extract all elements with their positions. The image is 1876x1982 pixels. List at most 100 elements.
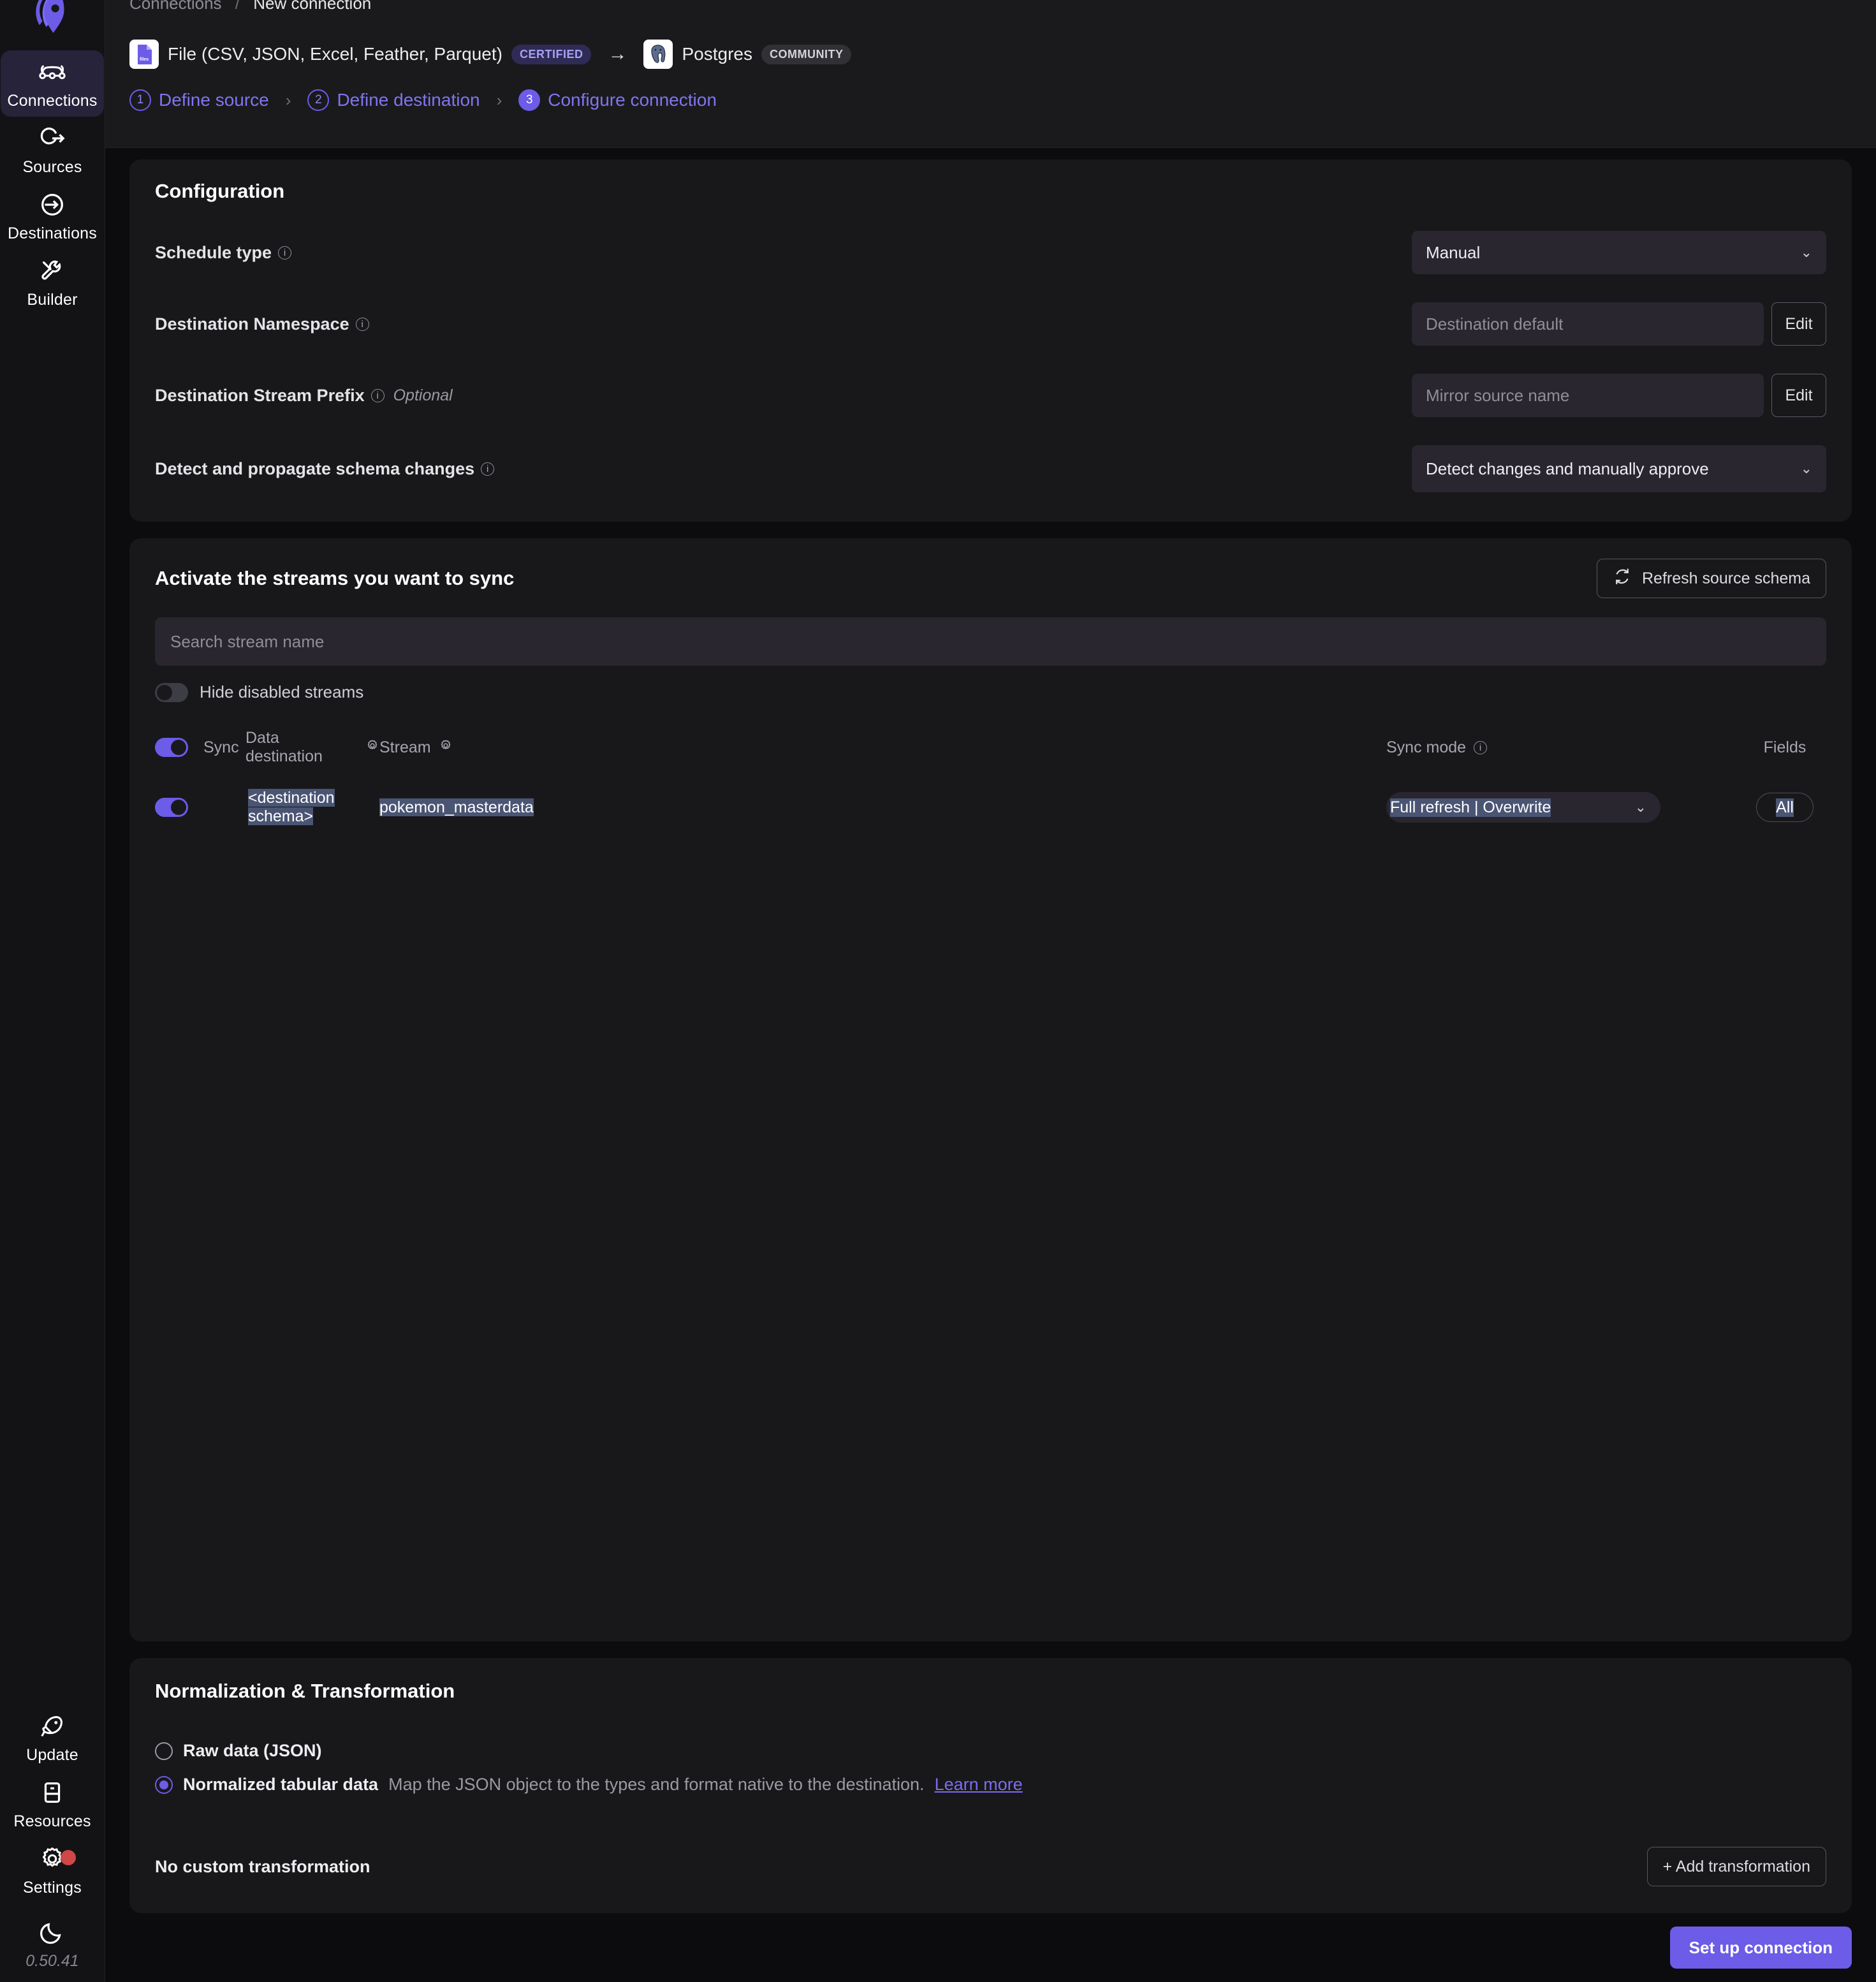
destination-stream-prefix-edit-button[interactable]: Edit bbox=[1771, 374, 1826, 417]
chevron-right-icon: › bbox=[496, 90, 502, 110]
sidebar-item-label: Resources bbox=[13, 1812, 91, 1830]
header-label: Stream bbox=[379, 738, 431, 756]
radio-button[interactable] bbox=[155, 1775, 173, 1794]
header-label: Sync mode bbox=[1386, 738, 1467, 756]
sidebar-item-resources[interactable]: Resources bbox=[1, 1771, 104, 1837]
sidebar-item-label: Settings bbox=[23, 1878, 82, 1897]
normalization-options: Raw data (JSON) Normalized tabular data … bbox=[155, 1741, 1826, 1795]
hide-disabled-streams-label: Hide disabled streams bbox=[200, 682, 364, 701]
sidebar-item-sources[interactable]: Sources bbox=[1, 117, 104, 183]
row-stream-value[interactable]: pokemon_masterdata bbox=[379, 798, 534, 816]
normalization-card: Normalization & Transformation Raw data … bbox=[129, 1658, 1852, 1913]
connections-icon bbox=[38, 57, 67, 87]
chevron-down-icon: ⌄ bbox=[1800, 460, 1812, 476]
destination-badge: COMMUNITY bbox=[761, 44, 852, 64]
add-transformation-button[interactable]: + Add transformation bbox=[1646, 1847, 1826, 1886]
refresh-label: Refresh source schema bbox=[1641, 569, 1810, 587]
sidebar-item-label: Destinations bbox=[8, 224, 97, 242]
radio-label: Normalized tabular data bbox=[183, 1775, 379, 1794]
toggle-knob bbox=[157, 684, 172, 700]
label-text: Destination Stream Prefix bbox=[155, 385, 365, 405]
theme-toggle-button[interactable] bbox=[38, 1918, 67, 1947]
sources-icon bbox=[38, 124, 67, 153]
data-destination-settings-icon[interactable] bbox=[365, 738, 379, 757]
source-badge: CERTIFIED bbox=[511, 44, 592, 64]
header-label: Data destination bbox=[245, 729, 323, 765]
destination-namespace-label: Destination Namespace i bbox=[155, 314, 1412, 334]
sidebar-item-builder[interactable]: Builder bbox=[1, 249, 104, 316]
learn-more-link[interactable]: Learn more bbox=[935, 1775, 1023, 1795]
info-icon[interactable]: i bbox=[481, 462, 495, 476]
form-row-schema-changes: Detect and propagate schema changes i De… bbox=[155, 445, 1826, 492]
streams-header: Activate the streams you want to sync Re… bbox=[155, 559, 1826, 598]
sidebar-bottom-nav: Update Resources Settings 0.50.41 bbox=[0, 1705, 105, 1971]
row-sync-mode: Full refresh | Overwrite ⌄ bbox=[1386, 792, 1743, 823]
radio-normalized-tabular[interactable]: Normalized tabular data Map the JSON obj… bbox=[155, 1775, 1826, 1795]
set-up-connection-button[interactable]: Set up connection bbox=[1669, 1927, 1852, 1969]
refresh-icon bbox=[1613, 567, 1632, 591]
radio-raw-data[interactable]: Raw data (JSON) bbox=[155, 1741, 1826, 1761]
header-stream: Stream bbox=[379, 738, 1386, 757]
row-sync-toggle[interactable] bbox=[155, 798, 188, 817]
streams-empty-space bbox=[155, 826, 1826, 1641]
breadcrumb-parent[interactable]: Connections bbox=[129, 0, 222, 13]
app-root: Connections Sources Destinations Builder… bbox=[0, 0, 1876, 1982]
page-footer: Set up connection bbox=[105, 1913, 1876, 1982]
book-icon bbox=[38, 1778, 67, 1807]
sync-mode-select[interactable]: Full refresh | Overwrite ⌄ bbox=[1386, 792, 1660, 823]
form-row-schedule-type: Schedule type i Manual ⌄ bbox=[155, 231, 1826, 274]
info-icon[interactable]: i bbox=[355, 317, 369, 331]
destination-namespace-edit-button[interactable]: Edit bbox=[1771, 302, 1826, 346]
schema-changes-select[interactable]: Detect changes and manually approve ⌄ bbox=[1412, 445, 1826, 492]
airbyte-logo[interactable] bbox=[29, 0, 76, 44]
info-icon[interactable]: i bbox=[278, 246, 292, 260]
sidebar-item-connections[interactable]: Connections bbox=[1, 50, 104, 117]
destination-name: Postgres bbox=[682, 44, 752, 64]
row-sync-toggle-cell bbox=[155, 798, 203, 817]
row-data-destination-value[interactable]: <destination schema> bbox=[248, 789, 335, 825]
toggle-knob bbox=[171, 800, 186, 815]
schema-changes-label: Detect and propagate schema changes i bbox=[155, 459, 1412, 479]
destination-stream-prefix-label: Destination Stream Prefix i Optional bbox=[155, 386, 1412, 406]
step-define-source[interactable]: 1 Define source bbox=[129, 89, 269, 111]
row-data-destination: <destination schema> bbox=[203, 789, 379, 826]
destination-namespace-input[interactable]: Destination default bbox=[1412, 302, 1764, 346]
refresh-source-schema-button[interactable]: Refresh source schema bbox=[1596, 559, 1826, 598]
schedule-type-select[interactable]: Manual ⌄ bbox=[1412, 231, 1826, 274]
destination-stream-prefix-input[interactable]: Mirror source name bbox=[1412, 374, 1764, 417]
table-row: <destination schema> pokemon_masterdata … bbox=[155, 789, 1826, 826]
step-label: Configure connection bbox=[548, 90, 717, 110]
step-define-destination[interactable]: 2 Define destination bbox=[307, 89, 480, 111]
chevron-right-icon: › bbox=[285, 90, 291, 110]
arrow-icon: → bbox=[608, 43, 627, 64]
stream-settings-icon[interactable] bbox=[439, 738, 453, 757]
header-sync-mode: Sync mode i bbox=[1386, 738, 1743, 757]
moon-icon bbox=[38, 1918, 67, 1947]
rocket-icon bbox=[38, 1712, 67, 1741]
radio-button[interactable] bbox=[155, 1742, 173, 1760]
step-configure-connection[interactable]: 3 Configure connection bbox=[518, 89, 717, 111]
sidebar-item-update[interactable]: Update bbox=[1, 1705, 104, 1771]
info-icon[interactable]: i bbox=[370, 388, 385, 402]
step-number: 3 bbox=[518, 89, 541, 111]
destinations-icon bbox=[38, 190, 67, 219]
app-version: 0.50.41 bbox=[26, 1952, 79, 1970]
radio-description: Map the JSON object to the types and for… bbox=[388, 1775, 925, 1794]
sidebar-item-settings[interactable]: Settings bbox=[1, 1837, 104, 1904]
sync-all-toggle[interactable] bbox=[155, 738, 188, 757]
fields-badge[interactable]: All bbox=[1756, 793, 1814, 822]
destination-namespace-control: Destination default Edit bbox=[1412, 302, 1826, 346]
info-icon[interactable]: i bbox=[1474, 740, 1488, 754]
breadcrumb-current: New connection bbox=[253, 0, 372, 13]
postgres-elephant-icon bbox=[643, 40, 673, 69]
sidebar-top-nav: Connections Sources Destinations Builder bbox=[0, 50, 105, 316]
step-indicator: 1 Define source › 2 Define destination ›… bbox=[129, 89, 1852, 111]
toggle-knob bbox=[171, 740, 186, 755]
search-stream-input[interactable]: Search stream name bbox=[155, 617, 1826, 666]
sidebar-item-destinations[interactable]: Destinations bbox=[1, 183, 104, 249]
destination-stream-prefix-control: Mirror source name Edit bbox=[1412, 374, 1826, 417]
step-label: Define destination bbox=[337, 90, 480, 110]
hide-disabled-streams-toggle[interactable] bbox=[155, 682, 188, 702]
step-label: Define source bbox=[159, 90, 269, 110]
sidebar-item-label: Connections bbox=[7, 91, 98, 110]
